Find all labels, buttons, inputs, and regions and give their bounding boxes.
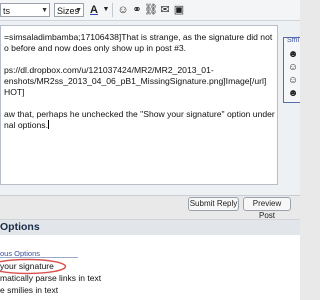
show-signature-option[interactable]: your signature	[0, 261, 54, 271]
editor-line: =simsaladimbamba;17106438]That is strang…	[4, 32, 273, 42]
editor-line: nal options.	[4, 120, 48, 130]
chevron-down-icon: ▼	[41, 7, 48, 14]
email-icon[interactable]: ✉	[158, 3, 172, 17]
chevron-down-icon[interactable]: ▼	[99, 3, 113, 17]
link-icon[interactable]: ⚭	[130, 3, 144, 17]
parse-links-option[interactable]: matically parse links in text	[0, 273, 101, 283]
divider	[0, 257, 78, 258]
additional-options-header: Options	[0, 219, 300, 236]
font-select-value: ts	[3, 6, 11, 16]
unlink-icon[interactable]: ⛓	[144, 3, 158, 17]
text-caret	[47, 120, 49, 129]
preview-post-button[interactable]: Preview Post	[243, 197, 291, 220]
smilies-title: Smi	[287, 37, 300, 44]
submit-reply-button[interactable]: Submit Reply	[188, 197, 239, 211]
editor-frame: ts ▼ Sizes ▼ A ▼ ☺ ⚭ ⛓ ✉ ▣ =simsaladimba…	[0, 0, 300, 196]
editor-line: aw that, perhaps he unchecked the "Show …	[4, 109, 275, 119]
image-icon[interactable]: ▣	[172, 3, 186, 17]
wink-icon[interactable]: ☺	[287, 75, 299, 87]
editor-line: enshots/MR2ss_2013_04_06_pB1_MissingSign…	[4, 76, 267, 86]
smiley-icon[interactable]: ☺	[116, 3, 130, 17]
section-title: Options	[0, 221, 40, 233]
font-select[interactable]: ts ▼	[0, 3, 50, 17]
disable-smilies-option[interactable]: e smilies in text	[0, 285, 58, 295]
editor-line: HOT]	[4, 87, 25, 97]
grin-icon[interactable]: ☻	[287, 49, 299, 61]
editor-line: ps://dl.dropbox.com/u/121037424/MR2/MR2_…	[4, 65, 214, 75]
message-textarea[interactable]: =simsaladimbamba;17106438]That is strang…	[0, 25, 278, 185]
editor-line: o before and now does only show up in po…	[4, 43, 187, 53]
cool-icon[interactable]: ☻	[287, 88, 299, 100]
face-icon[interactable]: ☺	[287, 62, 299, 74]
editor-toolbar: ts ▼ Sizes ▼ A ▼ ☺ ⚭ ⛓ ✉ ▣	[0, 0, 300, 21]
toolbar-divider	[112, 3, 113, 17]
size-select[interactable]: Sizes ▼	[54, 3, 84, 17]
chevron-down-icon: ▼	[75, 7, 82, 14]
